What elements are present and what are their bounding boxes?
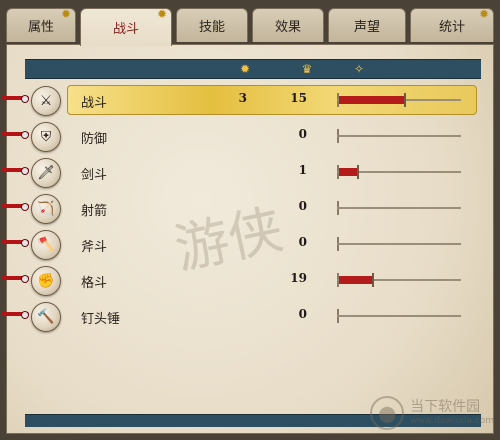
site-logo: ⬤ 当下软件园 www.downxia.com xyxy=(370,396,494,430)
sword-icon: 🗡 xyxy=(31,158,61,188)
ribbon-pin xyxy=(21,275,29,283)
progress-fill xyxy=(339,276,372,284)
leaf-icon: ✧ xyxy=(353,62,365,76)
progress-marker xyxy=(404,93,406,107)
crown-icon: ♛ xyxy=(301,62,313,76)
skill-label: 战斗 xyxy=(81,96,108,111)
ribbon-pin xyxy=(21,131,29,139)
skill-points: 0 xyxy=(298,235,307,249)
tab-label: 统计 xyxy=(438,20,465,35)
combat-header-bar: ✹ ♛ ✧ xyxy=(25,59,481,79)
crossed-swords-icon: ⚔ xyxy=(31,86,61,116)
progress-track xyxy=(337,135,461,137)
ribbon-pin xyxy=(21,311,29,319)
star-icon: ✹ xyxy=(60,7,71,21)
combat-panel: ✹ ♛ ✧ 游侠 ⚔ 战斗 3 15 ⛨ 防御 0 🗡 剑斗 1 🏹 射箭 0 🪓 斧斗 0 ✊ 格斗 19 🔨 钉头锤… xyxy=(1,44,495,434)
skill-progress-bar xyxy=(337,309,461,323)
mace-icon: 🔨 xyxy=(31,302,61,332)
tab-statistics[interactable]: 统计 ✹ xyxy=(410,7,494,42)
skill-row-0[interactable]: ⚔ 战斗 3 15 xyxy=(1,83,495,117)
skill-label: 格斗 xyxy=(81,276,108,291)
axe-icon: 🪓 xyxy=(31,230,61,260)
tab-combat[interactable]: 战斗 ✹ xyxy=(80,7,172,46)
tab-label: 战斗 xyxy=(112,22,139,37)
tab-skills[interactable]: 技能 xyxy=(176,8,248,42)
bow-icon: 🏹 xyxy=(31,194,61,224)
skill-points: 1 xyxy=(298,163,307,177)
skill-progress-bar xyxy=(337,201,461,215)
tab-label: 属性 xyxy=(27,20,54,35)
progress-marker xyxy=(357,165,359,179)
skill-points: 19 xyxy=(290,271,307,285)
ribbon-pin xyxy=(21,203,29,211)
skill-level: 3 xyxy=(238,91,247,105)
tab-reputation[interactable]: 声望 xyxy=(328,8,406,42)
progress-track xyxy=(337,207,461,209)
skill-row-6[interactable]: 🔨 钉头锤 0 xyxy=(1,299,495,333)
fist-icon: ✊ xyxy=(31,266,61,296)
tab-bar: 属性 ✹ 战斗 ✹ 技能 效果 声望 统计 ✹ xyxy=(6,7,494,46)
progress-fill xyxy=(339,168,357,176)
skill-row-4[interactable]: 🪓 斧斗 0 xyxy=(1,227,495,261)
tab-label: 声望 xyxy=(353,20,380,35)
skill-points: 0 xyxy=(298,199,307,213)
progress-track xyxy=(337,243,461,245)
skill-progress-bar xyxy=(337,273,461,287)
progress-track xyxy=(337,315,461,317)
ribbon-pin xyxy=(21,167,29,175)
tab-effects[interactable]: 效果 xyxy=(252,8,324,42)
shield-icon: ⛨ xyxy=(31,122,61,152)
skill-label: 钉头锤 xyxy=(81,312,121,327)
tab-label: 技能 xyxy=(198,20,225,35)
skill-progress-bar xyxy=(337,237,461,251)
star-icon: ✹ xyxy=(478,7,489,21)
skill-progress-bar xyxy=(337,165,461,179)
progress-marker xyxy=(372,273,374,287)
skill-points: 0 xyxy=(298,307,307,321)
skill-row-3[interactable]: 🏹 射箭 0 xyxy=(1,191,495,225)
logo-icon: ⬤ xyxy=(370,396,405,430)
skill-points: 0 xyxy=(298,127,307,141)
skill-label: 射箭 xyxy=(81,204,108,219)
skill-points: 15 xyxy=(290,91,307,105)
skill-label: 剑斗 xyxy=(81,168,108,183)
skill-progress-bar xyxy=(337,129,461,143)
star-icon: ✹ xyxy=(156,7,167,21)
character-window: 属性 ✹ 战斗 ✹ 技能 效果 声望 统计 ✹ ✹ ♛ ✧ 游侠 ⚔ 战斗 3 15 ⛨… xyxy=(0,0,500,440)
tab-attributes[interactable]: 属性 ✹ xyxy=(6,7,76,42)
skill-row-1[interactable]: ⛨ 防御 0 xyxy=(1,119,495,153)
skill-label: 防御 xyxy=(81,132,108,147)
logo-text: 当下软件园 xyxy=(410,398,481,415)
skill-row-2[interactable]: 🗡 剑斗 1 xyxy=(1,155,495,189)
tab-label: 效果 xyxy=(274,20,301,35)
skill-label: 斧斗 xyxy=(81,240,108,255)
ribbon-pin xyxy=(21,95,29,103)
ribbon-pin xyxy=(21,239,29,247)
logo-subtext: www.downxia.com xyxy=(410,415,494,426)
skill-row-5[interactable]: ✊ 格斗 19 xyxy=(1,263,495,297)
skill-progress-bar xyxy=(337,93,461,107)
progress-fill xyxy=(339,96,404,104)
sun-icon: ✹ xyxy=(239,62,251,76)
